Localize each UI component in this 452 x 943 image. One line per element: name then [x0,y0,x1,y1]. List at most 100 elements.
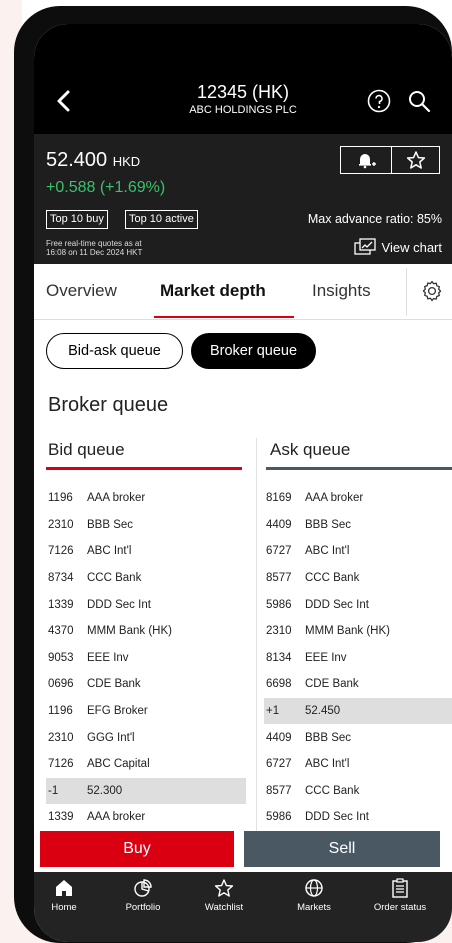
broker-name: ABC Int'l [87,545,132,558]
watchlist-icon [214,879,234,897]
section-title: Broker queue [48,394,169,416]
max-advance-ratio: Max advance ratio: 85% [307,212,442,226]
broker-code: 6727 [266,545,292,558]
broker-name: MMM Bank (HK) [305,625,390,638]
broker-code: 7126 [48,758,74,771]
view-chart-button[interactable]: View chart [353,238,442,256]
bid-queue-bar [46,467,242,470]
broker-name: BBB Sec [305,731,352,744]
price-change: +0.588 (+1.69%) [46,179,166,196]
ask-queue-list: 8169 AAA broker 4409 BBB Sec 6727 ABC Int'l… [264,485,452,831]
broker-name: CCC Bank [305,572,360,585]
bid-queue-header: Bid queue [48,440,125,459]
broker-code: 8577 [266,784,292,797]
ask-row: 6698 CDE Bank [264,671,452,698]
broker-code: 2310 [48,518,74,531]
bottom-nav: Home Portfolio Watchlist Markets Order s… [34,872,452,942]
broker-code: 7126 [48,545,74,558]
active-tab-indicator [154,316,294,318]
bid-row: 9053 EEE Inv [46,645,246,672]
phone-frame: 12345 (HK) ABC HOLDINGS PLC 52.400 HKD +… [14,6,452,943]
order-status-icon [392,878,408,898]
tab-overview[interactable]: Overview [46,281,117,301]
app-header: 12345 (HK) ABC HOLDINGS PLC [34,24,452,134]
price-currency: HKD [112,154,141,169]
top-10-active-tag: Top 10 active [125,210,198,229]
trade-bar: Buy Sell [34,831,452,877]
ask-queue-bar [266,467,452,470]
broker-name: DDD Sec Int [305,598,369,611]
tab-market-depth[interactable]: Market depth [160,281,266,301]
broker-code: 5986 [266,598,292,611]
broker-name: EEE Inv [305,651,347,664]
ask-row: 2310 MMM Bank (HK) [264,618,452,645]
broker-code: 5986 [266,811,292,824]
ask-row: 5986 DDD Sec Int [264,591,452,618]
ask-queue-header: Ask queue [270,440,351,459]
broker-name: AAA broker [305,492,364,505]
bid-row: 0696 CDE Bank [46,671,246,698]
nav-markets[interactable]: Markets [272,878,356,913]
bid-row: 7126 ABC Capital [46,751,246,778]
top-10-buy-tag: Top 10 buy [46,210,108,229]
broker-name: ABC Int'l [305,545,350,558]
nav-portfolio-label: Portfolio [125,902,161,913]
price-alert-button[interactable] [340,146,392,174]
broker-name: ABC Int'l [305,758,350,771]
disclaimer-line-2: 16:08 on 11 Dec 2024 HKT [46,248,143,257]
nav-home[interactable]: Home [34,878,106,913]
ask-row: 8577 CCC Bank [264,565,452,592]
quote-disclaimer: Free real-time quotes as at 16:08 on 11 … [46,239,142,257]
broker-name: ABC Capital [87,758,150,771]
broker-name: EEE Inv [87,651,129,664]
home-icon [56,880,72,896]
ask-row: 6727 ABC Int'l [264,538,452,565]
broker-code: 9053 [48,651,74,664]
broker-name: CDE Bank [87,678,141,691]
broker-name: DDD Sec Int [305,811,369,824]
broker-code: 0696 [48,678,74,691]
bid-row: 1196 EFG Broker [46,698,246,725]
tab-insights[interactable]: Insights [312,281,371,301]
broker-queue-toggle[interactable]: Broker queue [191,333,316,369]
broker-code: 1339 [48,811,74,824]
price-value: 52.400 [46,149,108,171]
sell-button[interactable]: Sell [244,831,440,867]
broker-code: 8169 [266,492,292,505]
broker-name: BBB Sec [305,518,352,531]
broker-name: EFG Broker [87,705,148,718]
bid-queue-list: 1196 AAA broker 2310 BBB Sec 7126 ABC Int'l… [46,485,246,831]
buy-button[interactable]: Buy [40,831,234,867]
broker-code: 4370 [48,625,74,638]
last-price: 52.400 HKD [46,149,140,172]
bid-row: 1339 DDD Sec Int [46,591,246,618]
bid-row: 4370 MMM Bank (HK) [46,618,246,645]
view-chart-label: View chart [381,239,442,255]
nav-markets-label: Markets [297,902,331,913]
nav-home-label: Home [51,902,77,913]
search-icon[interactable] [406,88,432,114]
nav-watchlist[interactable]: Watchlist [182,878,266,913]
nav-portfolio[interactable]: Portfolio [101,878,185,913]
broker-name: AAA broker [87,811,146,824]
broker-code: 2310 [48,731,74,744]
help-icon[interactable] [366,88,392,114]
price-level: 52.450 [305,705,341,718]
bell-plus-icon [359,154,376,169]
broker-name: CCC Bank [87,572,142,585]
broker-code: 6698 [266,678,292,691]
broker-code: 8134 [266,651,292,664]
broker-code: 8577 [266,572,292,585]
tab-divider [406,268,407,316]
nav-order-status-label: Order status [373,902,427,913]
portfolio-icon [134,879,152,897]
bid-row: 2310 GGG Int'l [46,724,246,751]
bid-ask-queue-toggle[interactable]: Bid-ask queue [46,333,183,369]
broker-code: 8734 [48,572,74,585]
price-spread-offset: -1 [48,784,59,797]
ask-row: 6727 ABC Int'l [264,751,452,778]
disclaimer-line-1: Free real-time quotes as at [46,239,142,248]
gear-icon[interactable] [420,279,444,303]
add-watchlist-button[interactable] [392,146,440,174]
nav-order-status[interactable]: Order status [358,878,442,913]
